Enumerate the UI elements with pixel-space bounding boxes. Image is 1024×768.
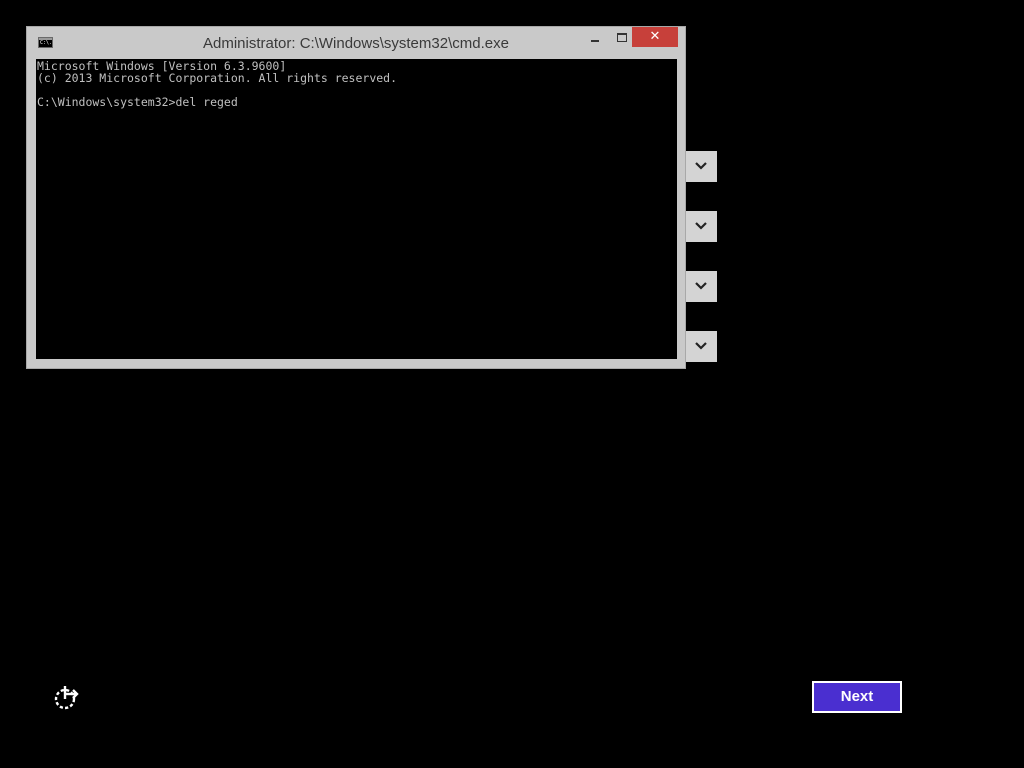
dropdown-button-2[interactable]: [686, 211, 717, 242]
cmd-icon: C:\.: [38, 37, 53, 48]
setup-screen: C:\. Administrator: C:\Windows\system32\…: [0, 0, 1024, 768]
minimize-button[interactable]: [582, 29, 608, 47]
window-title: Administrator: C:\Windows\system32\cmd.e…: [203, 35, 509, 52]
dropdown-button-3[interactable]: [686, 271, 717, 302]
ease-of-access-button[interactable]: [52, 684, 80, 712]
maximize-icon: [617, 33, 627, 42]
title-bar[interactable]: C:\. Administrator: C:\Windows\system32\…: [27, 27, 685, 59]
ease-of-access-icon: [54, 686, 79, 710]
chevron-down-icon: [695, 342, 707, 350]
next-button[interactable]: Next: [812, 681, 902, 713]
chevron-down-icon: [695, 282, 707, 290]
chevron-down-icon: [695, 222, 707, 230]
chevron-down-icon: [695, 162, 707, 170]
dropdown-button-4[interactable]: [686, 331, 717, 362]
minimize-icon: [591, 40, 599, 42]
close-icon: ✕: [649, 29, 661, 44]
cmd-window: C:\. Administrator: C:\Windows\system32\…: [26, 26, 686, 369]
console-line: (c) 2013 Microsoft Corporation. All righ…: [37, 71, 398, 85]
console-output[interactable]: Microsoft Windows [Version 6.3.9600] (c)…: [36, 59, 677, 359]
dropdown-button-1[interactable]: [686, 151, 717, 182]
close-button[interactable]: ✕: [632, 27, 678, 47]
console-scrollbar[interactable]: [677, 59, 685, 359]
console-prompt-line: C:\Windows\system32>del reged: [37, 95, 238, 109]
